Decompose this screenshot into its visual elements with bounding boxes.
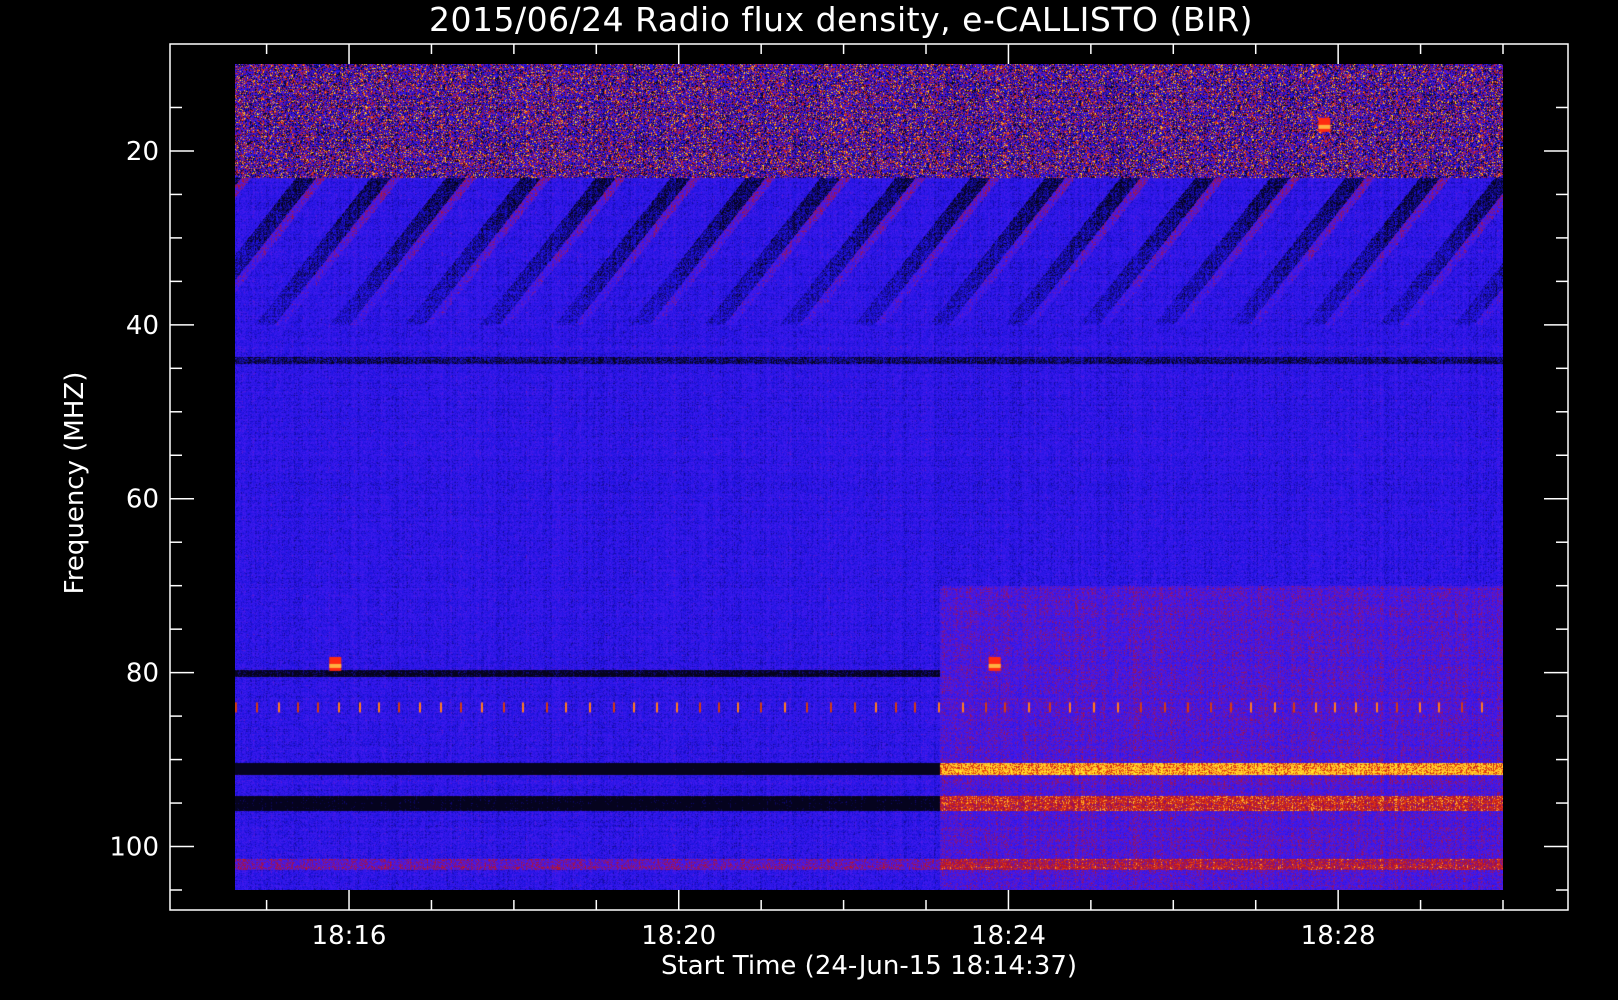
x-tick-label: 18:24: [971, 921, 1046, 951]
x-tick-label: 18:16: [312, 921, 387, 951]
y-tick-label: 80: [126, 659, 159, 689]
x-axis-label: Start Time (24-Jun-15 18:14:37): [661, 951, 1077, 981]
spectrogram-chart: 2015/06/24 Radio flux density, e-CALLIST…: [0, 0, 1618, 1000]
y-tick-label: 40: [126, 311, 159, 341]
x-tick-label: 18:28: [1301, 921, 1376, 951]
x-tick-label: 18:20: [641, 921, 716, 951]
y-tick-label: 60: [126, 485, 159, 515]
y-tick-label: 20: [126, 137, 159, 167]
y-axis-label: Frequency (MHZ): [60, 372, 90, 595]
y-tick-label: 100: [109, 833, 159, 863]
chart-title: 2015/06/24 Radio flux density, e-CALLIST…: [429, 0, 1253, 39]
spectrogram-image: [235, 64, 1503, 890]
